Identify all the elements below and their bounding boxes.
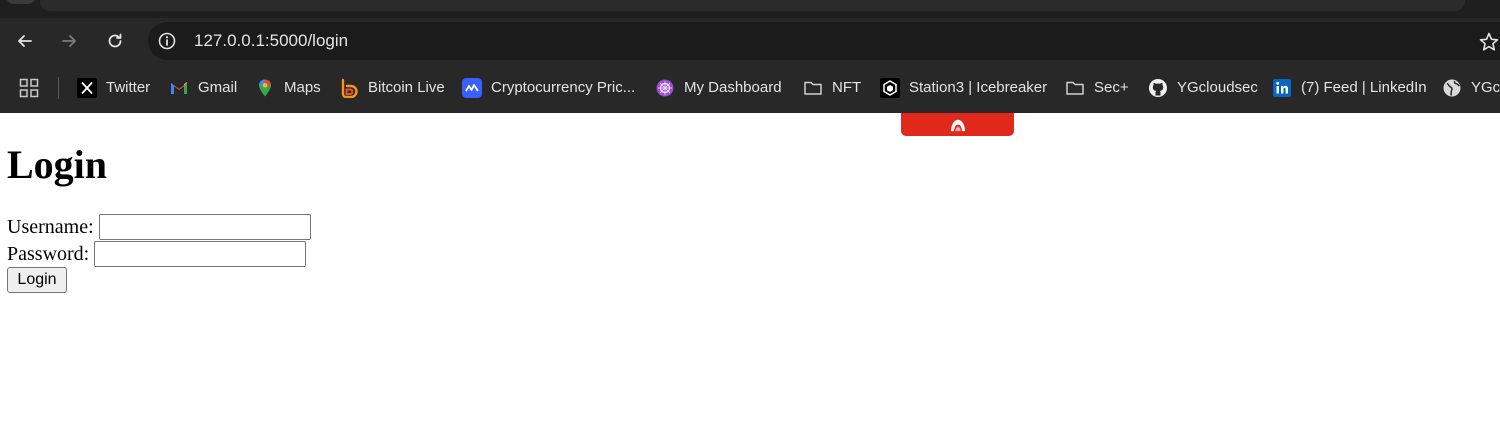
browser-toolbar: 127.0.0.1:5000/login — [0, 18, 1500, 64]
bookmark-label: YGcl — [1471, 79, 1500, 96]
bookmark-label: YGcloudsec — [1177, 79, 1258, 96]
coinmarketcap-icon — [462, 78, 482, 98]
bookmark-linkedin-feed[interactable]: (7) Feed | LinkedIn — [1272, 76, 1427, 100]
dashboard-icon — [655, 78, 675, 98]
vpn-extension-tab[interactable] — [901, 113, 1014, 136]
bookmark-cryptocurrency-prices[interactable]: Cryptocurrency Pric... — [462, 76, 635, 100]
bookmark-maps[interactable]: Maps — [255, 76, 321, 100]
username-row: Username: — [7, 214, 311, 240]
url-text[interactable]: 127.0.0.1:5000/login — [194, 31, 348, 51]
username-label: Username: — [7, 215, 94, 238]
bookmark-folder-nft[interactable]: NFT — [803, 76, 861, 100]
bookmark-station3[interactable]: Station3 | Icebreaker — [880, 76, 1047, 100]
gmail-icon — [169, 78, 189, 98]
star-icon[interactable] — [1478, 31, 1500, 53]
bookmark-gmail[interactable]: Gmail — [169, 76, 237, 100]
bookmark-ygcloudsec[interactable]: YGcloudsec — [1148, 76, 1258, 100]
bookmark-twitter[interactable]: Twitter — [77, 76, 150, 100]
page-title: Login — [7, 142, 108, 187]
bookmark-label: My Dashboard — [684, 79, 782, 96]
bookmark-label: Gmail — [198, 79, 238, 96]
address-bar[interactable]: 127.0.0.1:5000/login — [148, 22, 1500, 60]
folder-icon — [803, 78, 823, 98]
apps-grid-icon[interactable] — [19, 78, 39, 98]
bookmark-label: Sec+ — [1094, 79, 1129, 96]
globe-icon — [1442, 78, 1462, 98]
bookmark-label: Twitter — [106, 79, 151, 96]
bitcoin-live-icon — [339, 78, 359, 98]
tab-strip — [0, 0, 1500, 18]
bookmark-ygcl[interactable]: YGcl — [1442, 76, 1500, 100]
bookmark-label: NFT — [832, 79, 862, 96]
bookmark-label: Maps — [284, 79, 321, 96]
x-logo-icon — [77, 78, 97, 98]
bookmark-label: Bitcoin Live — [368, 79, 445, 96]
bookmark-bitcoin-live[interactable]: Bitcoin Live — [339, 76, 445, 100]
bookmark-folder-sec-plus[interactable]: Sec+ — [1065, 76, 1129, 100]
password-row: Password: — [7, 241, 307, 267]
login-button[interactable]: Login — [7, 267, 67, 293]
maps-pin-icon — [255, 78, 275, 98]
bookmark-label: Cryptocurrency Pric... — [491, 79, 636, 96]
password-label: Password: — [7, 242, 90, 265]
vpn-icon — [950, 119, 965, 131]
active-tab-edge[interactable] — [40, 0, 1465, 11]
station3-icon — [880, 78, 900, 98]
arrow-left-icon — [18, 35, 32, 47]
arrow-right-icon — [62, 35, 76, 47]
tab-pill[interactable] — [6, 0, 36, 4]
forward-button[interactable] — [55, 27, 83, 55]
bookmark-label: Station3 | Icebreaker — [909, 79, 1048, 96]
github-icon — [1148, 78, 1168, 98]
bookmarks-bar: Twitter Gmail Maps Bitcoin Live Cryptocu… — [0, 64, 1500, 113]
back-button[interactable] — [11, 27, 39, 55]
info-icon[interactable] — [157, 31, 177, 51]
linkedin-icon — [1272, 78, 1292, 98]
username-input[interactable] — [98, 214, 311, 240]
reload-button[interactable] — [101, 27, 129, 55]
password-input[interactable] — [94, 241, 307, 267]
bookmarks-separator — [58, 77, 59, 99]
bookmark-my-dashboard[interactable]: My Dashboard — [655, 76, 782, 100]
folder-icon — [1065, 78, 1085, 98]
reload-icon — [108, 33, 122, 48]
bookmark-label: (7) Feed | LinkedIn — [1301, 79, 1427, 96]
